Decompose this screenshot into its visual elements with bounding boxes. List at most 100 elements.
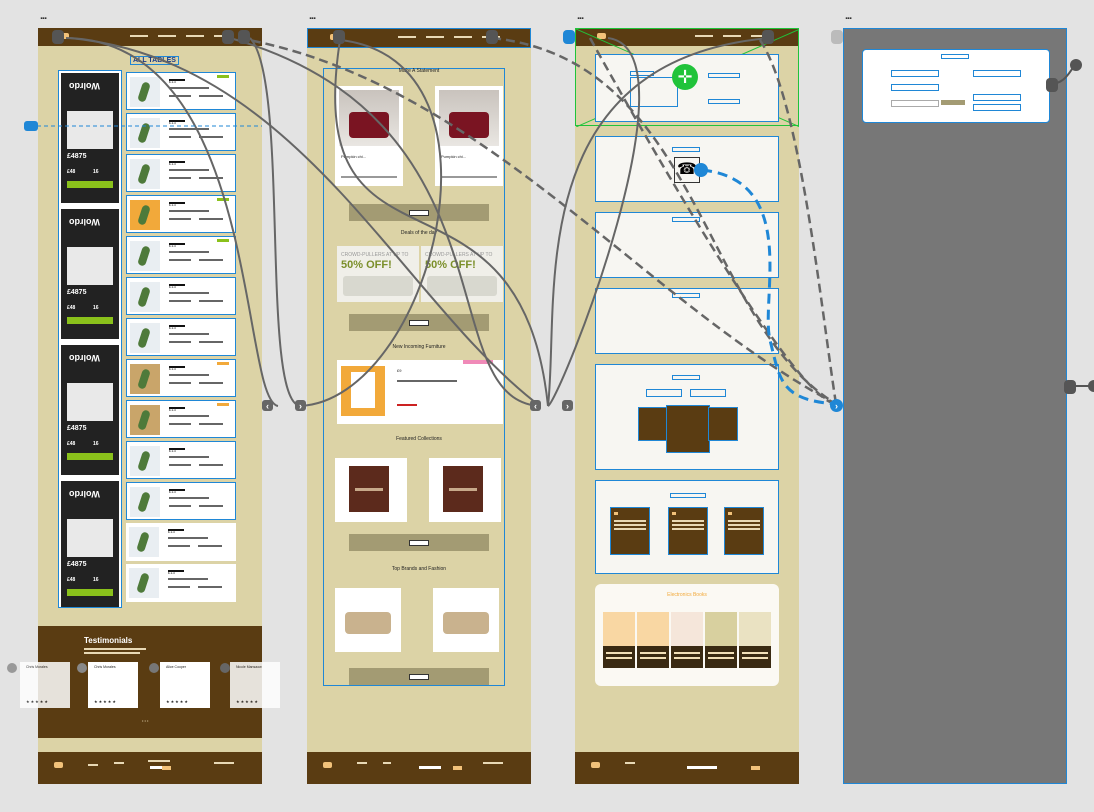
link-pin[interactable] [563, 30, 575, 44]
brand-card[interactable] [335, 588, 401, 652]
move-handle-icon[interactable]: ✛ [672, 64, 698, 90]
link-pin[interactable] [1064, 380, 1076, 394]
list-item[interactable]: £13 [126, 318, 236, 356]
swatch[interactable] [637, 612, 669, 668]
content-block[interactable] [595, 212, 779, 278]
incoming-card[interactable]: £9 [337, 360, 503, 424]
category-card[interactable] [666, 405, 710, 453]
list-item[interactable]: £13 [126, 154, 236, 192]
promo-qty: 16 [93, 169, 99, 175]
list-item[interactable]: £13 [126, 564, 236, 602]
deal-banner[interactable]: CROWD-PULLERS AT UP TO 50% OFF! [337, 246, 419, 302]
list-item[interactable]: £13 [126, 195, 236, 233]
footer-logo-icon [54, 762, 63, 768]
link-pin[interactable] [52, 30, 64, 44]
promo-price: £4875 [67, 561, 87, 568]
list-item[interactable]: £13 [126, 359, 236, 397]
promo-buy-button[interactable] [67, 317, 113, 324]
chevron-left-icon[interactable]: ‹ [262, 400, 273, 411]
promo-brand: Wolrdo [69, 489, 100, 499]
swatch[interactable] [705, 612, 737, 668]
collection-card[interactable] [335, 458, 407, 522]
list-item[interactable]: £13 [126, 236, 236, 274]
contact-block[interactable]: ☎ [595, 136, 779, 202]
swatch[interactable] [671, 612, 703, 668]
footer-subscribe-button[interactable] [453, 766, 462, 770]
footer-subscribe-button[interactable] [162, 766, 171, 770]
promo-card[interactable]: Wolrdo £4875 £48 16 [61, 345, 119, 475]
promo-brand: Wolrdo [69, 217, 100, 227]
blog-card[interactable] [724, 507, 764, 555]
blue-link-handle[interactable] [694, 163, 708, 177]
testimonial-card[interactable]: Alice Cooper ★★★★★ [160, 662, 210, 708]
list-item[interactable]: £13 [126, 523, 236, 561]
chevron-left-icon[interactable]: ‹ [530, 400, 541, 411]
artboard-menu-3[interactable]: ... [577, 10, 584, 22]
promo-buy-button[interactable] [67, 589, 113, 596]
swatch[interactable] [603, 612, 635, 668]
link-pin[interactable] [762, 30, 774, 44]
promo-card[interactable]: Wolrdo £4875 £48 16 [61, 481, 119, 607]
collection-card[interactable] [429, 458, 501, 522]
category-card[interactable] [708, 407, 738, 441]
list-item[interactable]: £13 [126, 482, 236, 520]
blog-block[interactable] [595, 480, 779, 574]
promo-buy-button[interactable] [67, 453, 113, 460]
blog-card[interactable] [668, 507, 708, 555]
artboard-dark[interactable] [843, 28, 1067, 784]
list-item[interactable]: £13 [126, 400, 236, 438]
testimonial-card[interactable]: Chris Morales ★★★★★ [20, 662, 70, 708]
carousel-dots[interactable]: • • • [142, 718, 148, 723]
deal-banner[interactable]: CROWD-PULLERS AT UP TO 50% OFF! [421, 246, 503, 302]
view-more-button[interactable] [349, 204, 489, 221]
form-card[interactable] [862, 49, 1050, 123]
footer-subscribe-button[interactable] [751, 766, 760, 770]
testimonial-card[interactable]: Chris Morales ★★★★★ [88, 662, 138, 708]
chevron-right-icon[interactable]: › [562, 400, 573, 411]
swatch[interactable] [739, 612, 771, 668]
avatar [220, 663, 230, 673]
product-card[interactable]: Pumpkin chi... [435, 86, 503, 186]
promo-qty: 16 [93, 305, 99, 311]
link-pin[interactable] [222, 30, 234, 44]
chevron-right-icon[interactable]: › [295, 400, 306, 411]
avatar [77, 663, 87, 673]
link-pin[interactable] [333, 30, 345, 44]
link-pin[interactable] [486, 30, 498, 44]
category-block[interactable] [595, 364, 779, 470]
view-more-button[interactable] [349, 534, 489, 551]
palette-title: Electronics Books [667, 592, 707, 598]
artboard-components[interactable]: ☎ Electronics Books [575, 28, 799, 784]
promo-card[interactable]: Wolrdo £4875 £48 16 [61, 209, 119, 339]
link-endpoint[interactable] [1070, 59, 1082, 71]
avatar [7, 663, 17, 673]
blog-card[interactable] [610, 507, 650, 555]
product-card[interactable]: Pumpkin chi... [335, 86, 403, 186]
link-endpoint[interactable] [1088, 380, 1094, 392]
promo-card[interactable]: Wolrdo £4875 £48 16 [61, 73, 119, 203]
artboard-menu-4[interactable]: ... [845, 10, 852, 22]
testimonial-card[interactable]: Nicole Mansaow ★★★★★ [230, 662, 280, 708]
artboard-menu-2[interactable]: ... [309, 10, 316, 22]
view-more-button[interactable] [349, 314, 489, 331]
artboard-menu-1[interactable]: ... [40, 10, 47, 22]
category-card[interactable] [638, 407, 668, 441]
artboard-home[interactable]: Make A Statement Pumpkin chi... Pumpkin … [307, 28, 531, 784]
list-item[interactable]: £13 [126, 441, 236, 479]
link-pin[interactable] [831, 30, 843, 44]
list-item[interactable]: £13 [126, 277, 236, 315]
section-title: Make A Statement [398, 68, 440, 74]
list-item[interactable]: £13 [126, 72, 236, 110]
promo-buy-button[interactable] [67, 181, 113, 188]
link-pin[interactable] [238, 30, 250, 44]
palette-block[interactable]: Electronics Books [595, 584, 779, 686]
brand-card[interactable] [433, 588, 499, 652]
left-link-handle[interactable] [24, 121, 38, 131]
promo-brand: Wolrdo [69, 81, 100, 91]
promo-column[interactable]: Wolrdo £4875 £48 16 Wolrdo £4875 £48 16 … [58, 70, 122, 608]
link-pin[interactable] [1046, 78, 1058, 92]
view-more-button[interactable] [349, 668, 489, 685]
chevron-right-icon[interactable]: › [830, 399, 843, 412]
list-item[interactable]: £13 [126, 113, 236, 151]
content-block[interactable] [595, 288, 779, 354]
